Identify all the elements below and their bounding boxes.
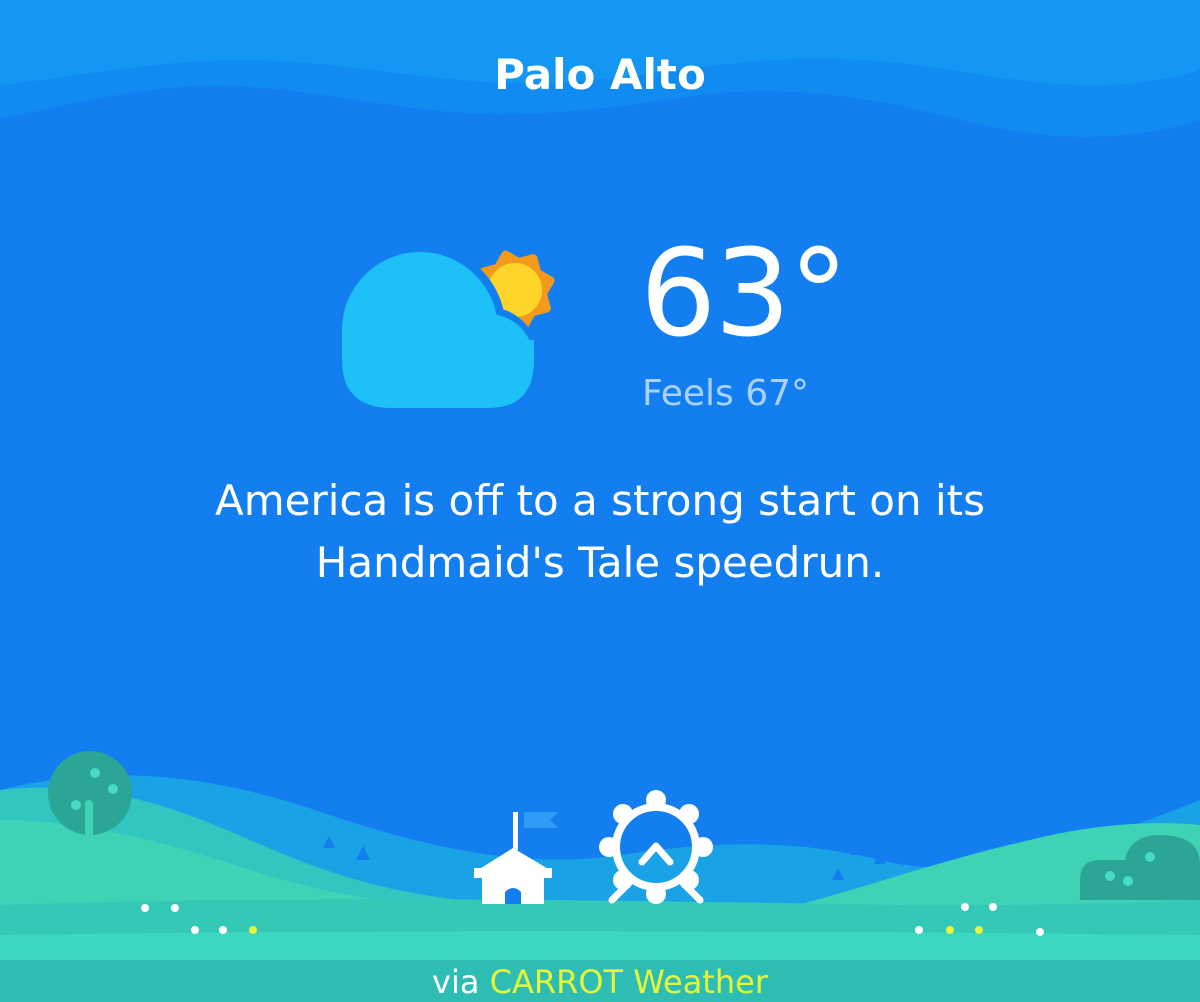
footer-prefix: via	[432, 963, 490, 1001]
footer-attribution[interactable]: via CARROT Weather	[0, 962, 1200, 1002]
ground-front	[0, 931, 1200, 960]
weather-card: Palo Alto 63° Feels 67° America is off t…	[0, 0, 1200, 1002]
footer-brand-link[interactable]: CARROT Weather	[490, 963, 768, 1001]
landscape-illustration	[0, 751, 1200, 960]
